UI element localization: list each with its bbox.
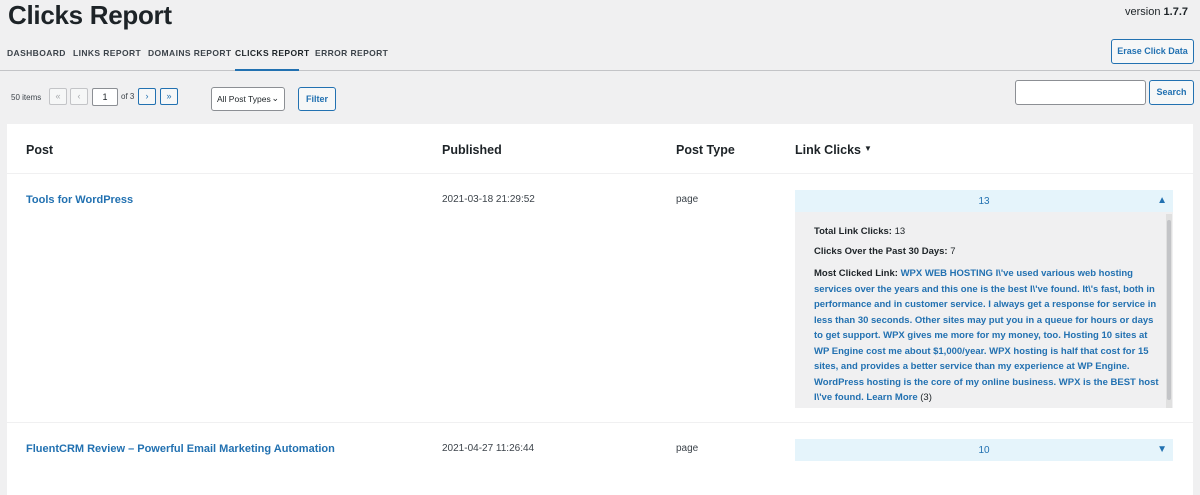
- most-clicked-link: Most Clicked Link: WPX WEB HOSTING I\'ve…: [814, 266, 1159, 406]
- total-link-clicks-value: 13: [894, 226, 906, 237]
- total-pages: of 3: [121, 92, 135, 101]
- version-label: version: [1125, 6, 1161, 18]
- clicks-table: Post Published Post Type Link Clicks ▼ T…: [7, 124, 1193, 495]
- column-header-link-clicks[interactable]: Link Clicks: [795, 143, 861, 157]
- post-link[interactable]: FluentCRM Review – Powerful Email Market…: [26, 443, 335, 455]
- published-date: 2021-03-18 21:29:52: [442, 194, 535, 205]
- post-type: page: [676, 443, 699, 454]
- clicks-past-30-days-value: 7: [950, 246, 956, 257]
- next-page-button[interactable]: ›: [138, 88, 156, 105]
- version-info: version 1.7.7: [1125, 6, 1188, 18]
- search-button[interactable]: Search: [1149, 80, 1194, 105]
- chevron-up-icon[interactable]: ▲: [1157, 195, 1167, 206]
- published-date: 2021-04-27 11:26:44: [442, 443, 535, 454]
- tab-clicks-report[interactable]: Clicks Report: [235, 48, 310, 58]
- most-clicked-label: Most Clicked Link:: [814, 268, 898, 279]
- current-page-input[interactable]: 1: [92, 88, 118, 106]
- version-number: 1.7.7: [1163, 6, 1188, 18]
- post-type: page: [676, 194, 699, 205]
- sort-desc-icon[interactable]: ▼: [864, 144, 872, 153]
- post-type-select[interactable]: All Post Types ⌄: [211, 87, 285, 111]
- clicks-toggle[interactable]: 10 ▼: [795, 439, 1173, 461]
- active-tab-indicator: [235, 69, 299, 71]
- post-link[interactable]: Tools for WordPress: [26, 194, 133, 206]
- post-type-selected: All Post Types: [217, 94, 271, 104]
- clicks-count: 13: [978, 196, 990, 207]
- tab-domains-report[interactable]: Domains Report: [148, 48, 232, 58]
- clicks-past-30-days: Clicks Over the Past 30 Days: 7: [814, 246, 1159, 257]
- chevron-down-icon[interactable]: ▼: [1157, 444, 1167, 455]
- column-header-post-type[interactable]: Post Type: [676, 143, 735, 157]
- page-title: Clicks Report: [8, 0, 172, 30]
- first-page-button[interactable]: «: [49, 88, 67, 105]
- total-link-clicks-label: Total Link Clicks:: [814, 226, 892, 237]
- search-input[interactable]: [1015, 80, 1146, 105]
- clicks-detail-panel: 13 ▲ Total Link Clicks: 13 Clicks Over t…: [795, 190, 1173, 408]
- clicks-count: 10: [978, 445, 990, 456]
- tab-bar: Dashboard Links Report Domains Report Cl…: [0, 36, 1200, 71]
- clicks-toggle[interactable]: 13 ▲: [795, 190, 1173, 212]
- total-link-clicks: Total Link Clicks: 13: [814, 226, 1159, 237]
- detail-scroll-thumb[interactable]: [1167, 220, 1171, 400]
- row-separator: [7, 422, 1193, 423]
- most-clicked-count: (3): [920, 392, 932, 403]
- most-clicked-link-text[interactable]: WPX WEB HOSTING I\'ve used various web h…: [814, 268, 1159, 403]
- column-header-post: Post: [26, 143, 54, 157]
- erase-click-data-button[interactable]: Erase Click Data: [1111, 39, 1194, 64]
- clicks-past-30-days-label: Clicks Over the Past 30 Days:: [814, 246, 948, 257]
- filter-button[interactable]: Filter: [298, 87, 336, 111]
- items-count: 50 items: [11, 93, 42, 102]
- chevron-down-icon: ⌄: [271, 93, 279, 103]
- tab-links-report[interactable]: Links Report: [73, 48, 141, 58]
- tab-dashboard[interactable]: Dashboard: [7, 48, 66, 58]
- tab-error-report[interactable]: Error Report: [315, 48, 388, 58]
- prev-page-button[interactable]: ‹: [70, 88, 88, 105]
- column-header-published[interactable]: Published: [442, 143, 502, 157]
- last-page-button[interactable]: »: [160, 88, 178, 105]
- row-separator: [7, 173, 1193, 174]
